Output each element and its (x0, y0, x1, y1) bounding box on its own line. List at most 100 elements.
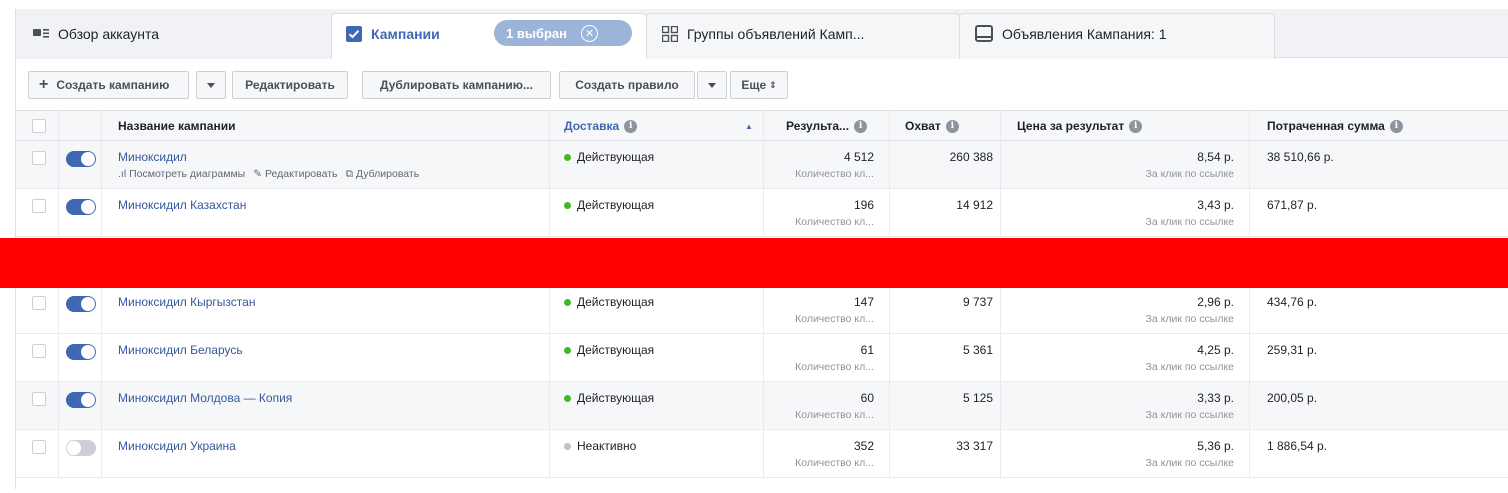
selected-filter-chip[interactable]: 1 выбран ✕ (494, 20, 632, 46)
reach-value: 5 361 (962, 343, 993, 357)
table-row[interactable]: Миноксидил Молдова — Копия Действующая 6… (16, 382, 1508, 430)
info-icon[interactable]: i (1389, 119, 1403, 133)
column-header-spent[interactable]: Потраченная сумма i (1267, 111, 1403, 141)
row-checkbox[interactable] (32, 440, 46, 454)
results-value: 61 (860, 343, 874, 357)
column-header-results[interactable]: Результа... i (786, 111, 868, 141)
edit-link[interactable]: ✎ Редактировать (253, 168, 337, 181)
reach-value: 5 125 (962, 391, 993, 405)
info-icon[interactable]: i (945, 119, 959, 133)
selected-count-label: 1 выбран (506, 25, 567, 41)
duplicate-icon: ⧉ (345, 168, 356, 180)
reach-value: 14 912 (956, 198, 993, 212)
campaign-name-link[interactable]: Миноксидил (118, 150, 187, 164)
pencil-icon: ✎ (253, 168, 265, 180)
column-name-label: Название кампании (118, 119, 236, 133)
plus-icon: + (39, 76, 49, 93)
create-rule-dropdown[interactable] (697, 71, 727, 99)
view-charts-link[interactable]: .ıl Посмотреть диаграммы (118, 168, 245, 181)
results-type: Количество кл... (795, 457, 874, 469)
results-value: 196 (853, 198, 874, 212)
cost-value: 8,54 р. (1197, 150, 1234, 164)
campaign-toggle[interactable] (66, 199, 96, 215)
chevron-down-icon (708, 82, 716, 88)
table-row[interactable]: Миноксидил Беларусь Действующая 61 Колич… (16, 334, 1508, 382)
spent-value: 200,05 р. (1267, 391, 1318, 405)
view-charts-label: Посмотреть диаграммы (129, 168, 246, 180)
account-overview-icon (33, 28, 49, 40)
column-delivery-label: Доставка (564, 119, 620, 133)
delivery-status-label: Действующая (577, 343, 655, 357)
row-checkbox[interactable] (32, 392, 46, 406)
clear-selection-icon[interactable]: ✕ (581, 24, 598, 42)
delivery-status-label: Действующая (577, 198, 655, 212)
cost-type: За клик по ссылке (1145, 457, 1234, 469)
campaign-name-link[interactable]: Миноксидил Беларусь (118, 343, 243, 357)
spent-value: 38 510,66 р. (1267, 150, 1334, 164)
tab-campaigns-label: Кампании (371, 25, 440, 42)
row-checkbox[interactable] (32, 151, 46, 165)
delivery-status: Неактивно (564, 439, 636, 453)
row-checkbox[interactable] (32, 199, 46, 213)
more-label: Еще (741, 78, 767, 92)
duplicate-link[interactable]: ⧉ Дублировать (345, 168, 419, 181)
table-row[interactable]: Миноксидил .ıl Посмотреть диаграммы ✎ Ре… (16, 141, 1508, 189)
duplicate-campaign-button[interactable]: Дублировать кампанию... (362, 71, 551, 99)
column-header-cost[interactable]: Цена за результат i (1017, 111, 1143, 141)
table-row[interactable]: Миноксидил Казахстан Действующая 196 Кол… (16, 189, 1508, 237)
create-campaign-dropdown[interactable] (196, 71, 226, 99)
campaign-toggle[interactable] (66, 392, 96, 408)
row-checkbox[interactable] (32, 344, 46, 358)
grid-icon (662, 25, 678, 42)
status-dot (564, 346, 571, 354)
tab-account-overview[interactable]: Обзор аккаунта (33, 9, 159, 58)
campaign-toggle[interactable] (66, 296, 96, 312)
campaign-name-link[interactable]: Миноксидил Казахстан (118, 198, 246, 212)
more-button[interactable]: Еще ⇕ (730, 71, 788, 99)
bar-chart-icon: .ıl (118, 168, 130, 180)
create-campaign-label: Создать кампанию (56, 78, 170, 92)
delivery-status-label: Неактивно (577, 439, 637, 453)
delivery-status-label: Действующая (577, 150, 655, 164)
ads-manager-frame: Обзор аккаунта Кампании 1 выбран ✕ Групп… (0, 0, 1508, 493)
results-value: 4 512 (843, 150, 874, 164)
edit-label: Редактировать (245, 78, 335, 92)
campaign-toggle[interactable] (66, 344, 96, 360)
campaign-name-link[interactable]: Миноксидил Молдова — Копия (118, 391, 292, 405)
info-icon[interactable]: i (854, 119, 868, 133)
cost-type: За клик по ссылке (1145, 168, 1234, 180)
results-value: 352 (853, 439, 874, 453)
cost-type: За клик по ссылке (1145, 313, 1234, 325)
row-checkbox[interactable] (32, 296, 46, 310)
results-value: 60 (860, 391, 874, 405)
tab-campaigns-content[interactable]: Кампании (346, 9, 440, 58)
toolbar: + Создать кампанию Редактировать Дублиро… (16, 59, 1508, 111)
create-rule-button[interactable]: Создать правило (559, 71, 695, 99)
sort-asc-icon[interactable]: ▲ (745, 122, 753, 131)
campaign-toggle[interactable] (66, 151, 96, 167)
campaign-name-link[interactable]: Миноксидил Кыргызстан (118, 295, 255, 309)
create-campaign-button[interactable]: + Создать кампанию (28, 71, 189, 99)
tab-adsets[interactable]: Группы объявлений Камп... (662, 9, 864, 58)
results-type: Количество кл... (795, 313, 874, 325)
campaign-toggle[interactable] (66, 440, 96, 456)
column-spent-label: Потраченная сумма (1267, 119, 1385, 133)
status-dot (564, 298, 571, 306)
select-all-checkbox[interactable] (32, 119, 46, 133)
cost-type: За клик по ссылке (1145, 361, 1234, 373)
delivery-status: Действующая (564, 295, 654, 309)
column-header-reach[interactable]: Охват i (905, 111, 959, 141)
edit-button[interactable]: Редактировать (232, 71, 348, 99)
info-icon[interactable]: i (1129, 119, 1143, 133)
delivery-status-label: Действующая (577, 391, 655, 405)
column-header-delivery[interactable]: Доставка i ▲ (564, 111, 753, 141)
info-icon[interactable]: i (624, 119, 638, 133)
results-type: Количество кл... (795, 168, 874, 180)
tab-ads[interactable]: Объявления Кампания: 1 (975, 9, 1167, 58)
campaign-name-link[interactable]: Миноксидил Украина (118, 439, 236, 453)
column-header-name[interactable]: Название кампании (118, 111, 235, 141)
table-row[interactable]: Миноксидил Кыргызстан Действующая 147 Ко… (16, 286, 1508, 334)
cost-type: За клик по ссылке (1145, 409, 1234, 421)
table-row[interactable]: Миноксидил Украина Неактивно 352 Количес… (16, 430, 1508, 478)
delivery-status-label: Действующая (577, 295, 655, 309)
